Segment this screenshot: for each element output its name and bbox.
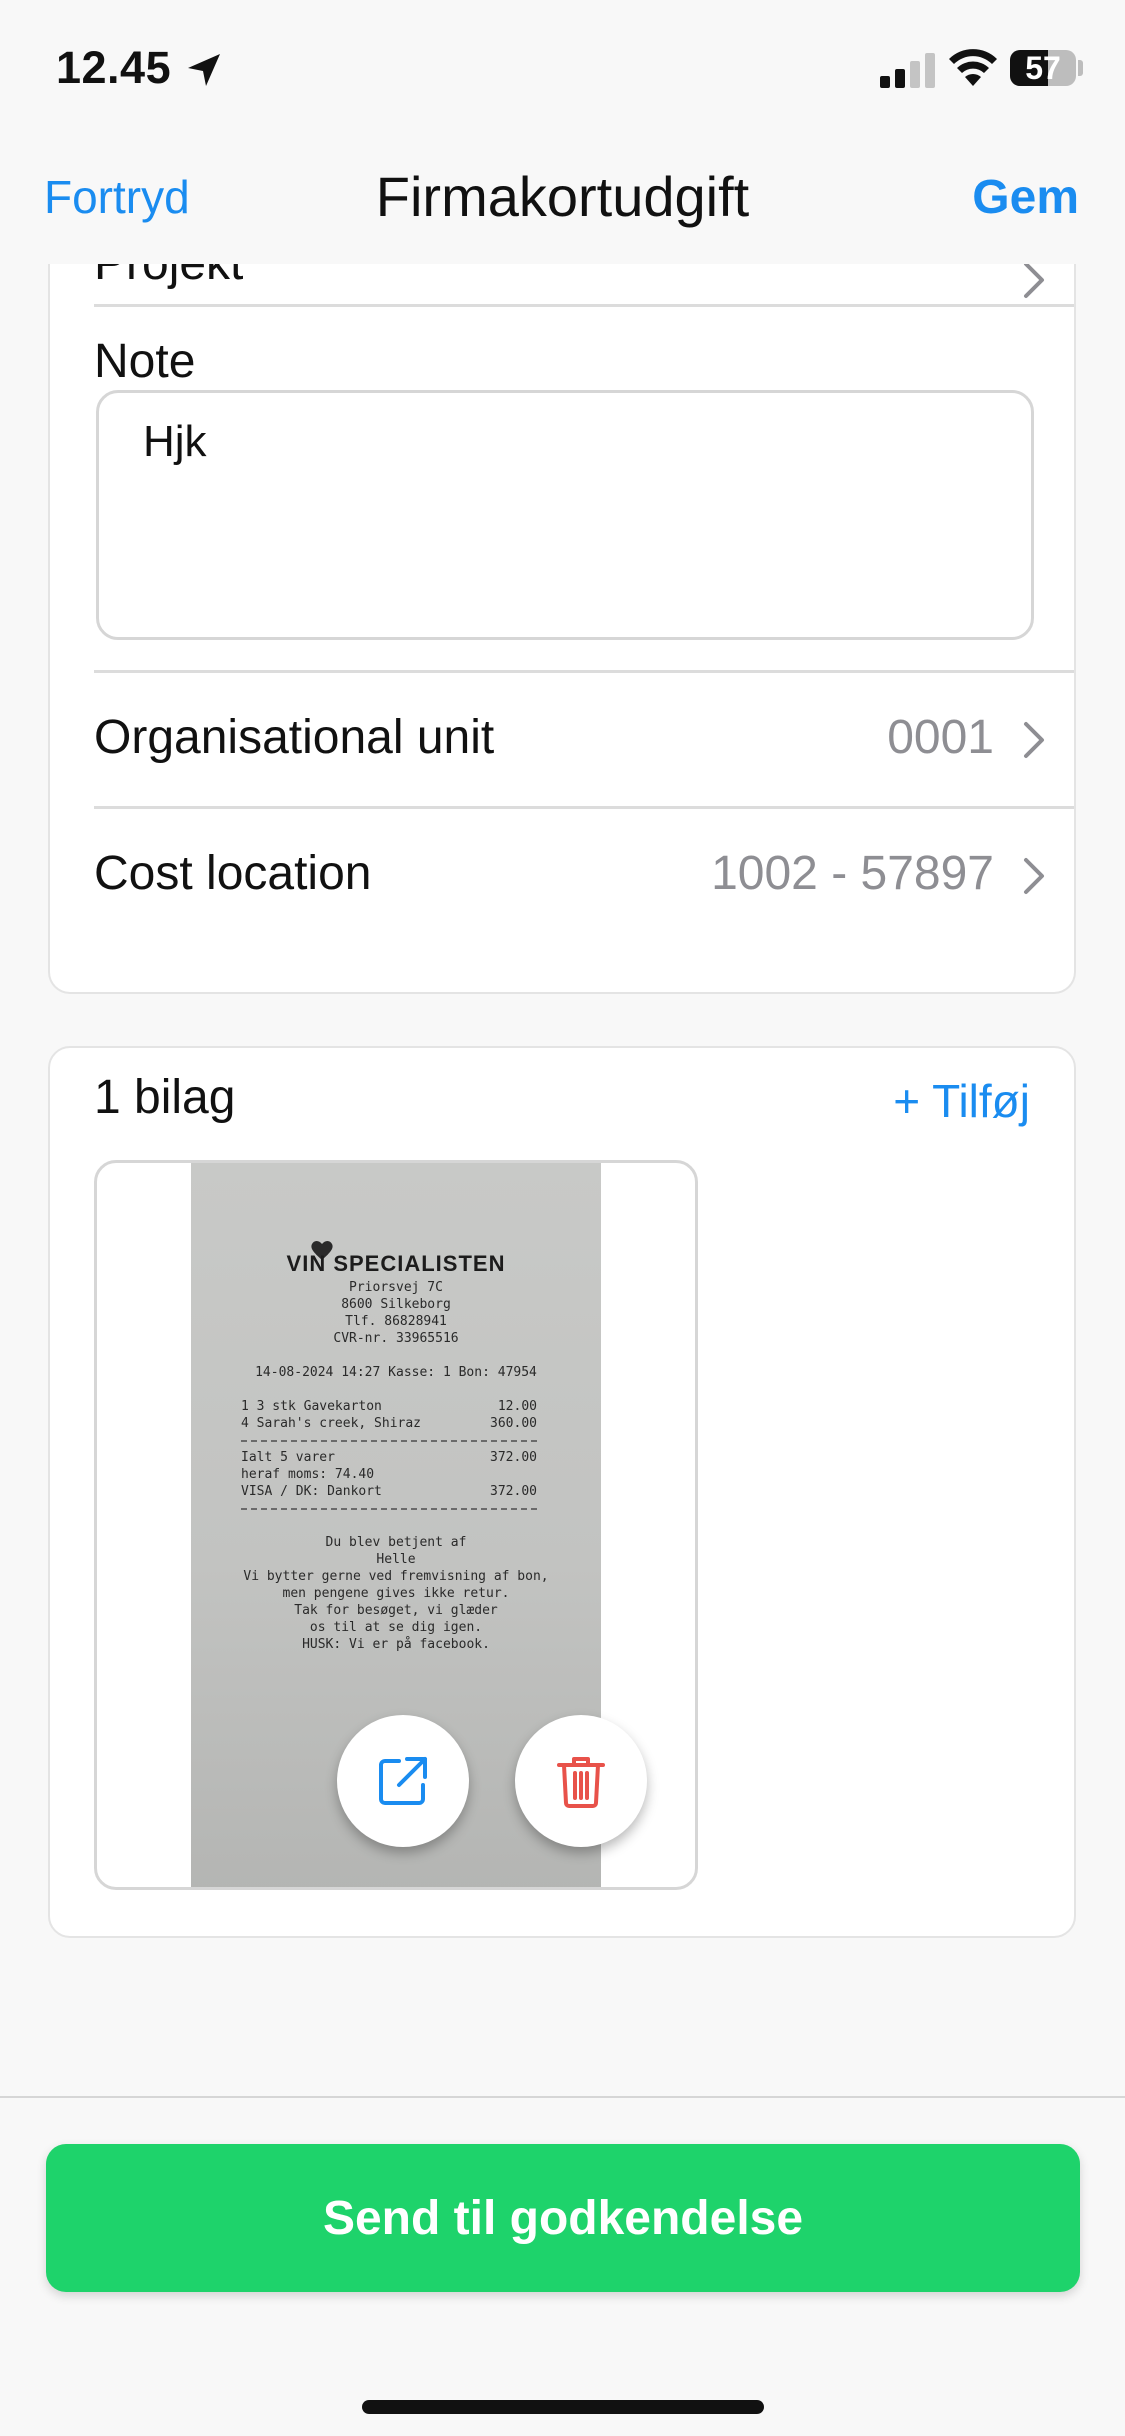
external-link-icon (379, 1757, 427, 1805)
receipt-line (191, 1347, 601, 1364)
bottom-bar: Send til godkendelse (0, 2096, 1125, 2436)
receipt-line: Ialt 5 varer 372.00 (191, 1449, 601, 1466)
cost-location-row[interactable]: Cost location 1002 - 57897 (94, 810, 1074, 990)
receipt-line-item: 4 Sarah's creek, Shiraz (241, 1416, 422, 1431)
chevron-right-icon (1024, 722, 1044, 758)
navigation-bar: Fortryd Firmakortudgift Gem (0, 140, 1125, 264)
battery-icon: 57 (1010, 50, 1076, 86)
attachment-thumbnail[interactable]: VIN SPECIALISTEN Priorsvej 7C 8600 Silkeb… (94, 1160, 698, 1890)
cancel-button[interactable]: Fortryd (44, 170, 190, 224)
status-bar: 12.45 57 (0, 0, 1125, 140)
trash-icon (557, 1757, 605, 1808)
organisational-unit-label: Organisational unit (94, 711, 495, 764)
cost-location-value: 1002 - 57897 (711, 847, 994, 900)
divider (94, 304, 1074, 307)
receipt-line: Du blev betjent af (325, 1535, 467, 1550)
send-for-approval-button[interactable]: Send til godkendelse (46, 2144, 1080, 2292)
receipt-line-item: heraf moms: 74.40 (241, 1467, 375, 1482)
receipt-line: os til at se dig igen. (309, 1620, 483, 1635)
receipt-line (191, 1517, 601, 1534)
receipt-line: Helle (376, 1552, 416, 1567)
status-time: 12.45 (56, 42, 172, 93)
open-attachment-button[interactable] (337, 1715, 469, 1847)
receipt-line-item: VISA / DK: Dankort (241, 1484, 382, 1499)
receipt-line (191, 1500, 601, 1517)
receipt-line-item: Ialt 5 varer (241, 1450, 335, 1465)
note-input[interactable]: Hjk (96, 390, 1034, 640)
project-label: Projekt (94, 264, 243, 291)
organisational-unit-row[interactable]: Organisational unit 0001 (94, 674, 1074, 806)
receipt-line: CVR-nr. 33965516 (333, 1331, 459, 1346)
receipt-line: 1 3 stk Gavekarton 12.00 (191, 1398, 601, 1415)
receipt-line: 4 Sarah's creek, Shiraz 360.00 (191, 1415, 601, 1432)
receipt-line-amount: 372.00 (490, 1450, 537, 1465)
details-card: Projekt Note Hjk Organisational unit 000… (48, 264, 1076, 994)
receipt-line: VISA / DK: Dankort 372.00 (191, 1483, 601, 1500)
receipt-line-item: 1 3 stk Gavekarton (241, 1399, 382, 1414)
cellular-signal-icon (880, 53, 935, 88)
receipt-line (191, 1381, 601, 1398)
receipt-line-amount: 12.00 (497, 1399, 537, 1414)
divider (94, 670, 1074, 673)
battery-nub (1078, 60, 1083, 76)
screen: 12.45 57 Fortryd Firmakortudgift Gem Not… (0, 0, 1125, 2436)
divider (94, 806, 1074, 809)
receipt-line (191, 1432, 601, 1449)
receipt-line: men pengene gives ikke retur. (282, 1586, 510, 1601)
receipt-line: Tak for besøget, vi glæder (294, 1603, 498, 1618)
receipt-line: Tlf. 86828941 (345, 1314, 447, 1329)
battery-level-text: 57 (1025, 50, 1061, 86)
receipt-line: heraf moms: 74.40 (191, 1466, 601, 1483)
receipt-logo: VIN SPECIALISTEN (286, 1251, 506, 1276)
chevron-right-icon (1024, 264, 1044, 298)
note-label: Note (94, 335, 196, 388)
receipt-line: 8600 Silkeborg (341, 1297, 451, 1312)
location-arrow-icon (188, 54, 220, 86)
content-scroll-area[interactable]: Projekt Note Hjk Organisational unit 000… (0, 264, 1125, 2096)
delete-attachment-button[interactable] (515, 1715, 647, 1847)
add-attachment-button[interactable]: + Tilføj (893, 1074, 1030, 1128)
organisational-unit-value: 0001 (887, 711, 994, 764)
attachments-count-label: 1 bilag (94, 1071, 236, 1124)
receipt-separator (241, 1440, 537, 1442)
wifi-icon (949, 49, 997, 86)
chevron-right-icon (1024, 858, 1044, 894)
attachments-card: 1 bilag + Tilføj VIN SPECIALISTEN Priors… (48, 1046, 1076, 1938)
receipt-lines: Priorsvej 7C 8600 Silkeborg Tlf. 86828941 C… (191, 1279, 601, 1653)
receipt-line-amount: 372.00 (490, 1484, 537, 1499)
receipt-line: Vi bytter gerne ved fremvisning af bon, (243, 1569, 549, 1584)
receipt-line-amount: 360.00 (490, 1416, 537, 1431)
save-button[interactable]: Gem (972, 170, 1079, 225)
receipt-line: 14-08-2024 14:27 Kasse: 1 Bon: 47954 (255, 1365, 537, 1380)
receipt-separator (241, 1508, 537, 1510)
cost-location-label: Cost location (94, 847, 372, 900)
home-indicator (362, 2400, 764, 2414)
receipt-line: HUSK: Vi er på facebook. (302, 1637, 490, 1652)
receipt-line: Priorsvej 7C (349, 1280, 443, 1295)
